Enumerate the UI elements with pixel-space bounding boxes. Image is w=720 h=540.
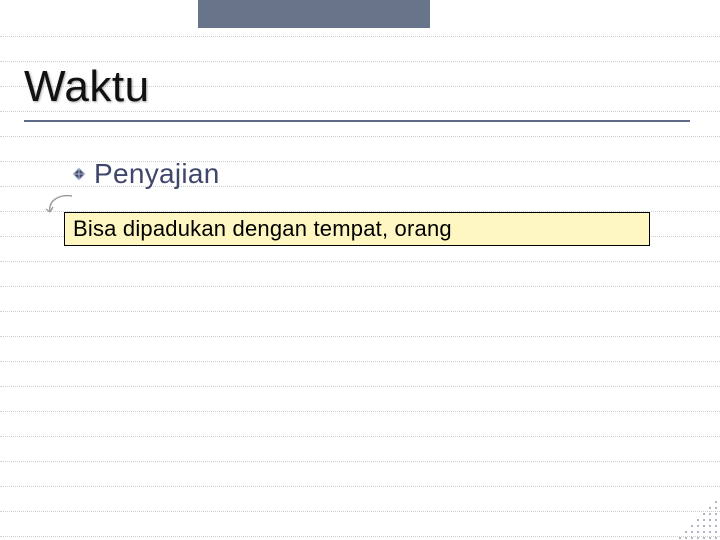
- grid-line: [0, 136, 720, 137]
- diamond-bullet-icon: [72, 167, 86, 181]
- grid-line: [0, 536, 720, 537]
- note-text: Bisa dipadukan dengan tempat, orang: [73, 216, 452, 242]
- slide-title: Waktu: [24, 62, 690, 112]
- grid-line: [0, 311, 720, 312]
- corner-accent-icon: [676, 496, 720, 540]
- grid-line: [0, 436, 720, 437]
- grid-line: [0, 411, 720, 412]
- grid-line: [0, 486, 720, 487]
- grid-line: [0, 511, 720, 512]
- header-accent-box: [198, 0, 430, 28]
- grid-line: [0, 286, 720, 287]
- bullet-label: Penyajian: [94, 158, 220, 190]
- title-underline: [24, 120, 690, 122]
- grid-line: [0, 261, 720, 262]
- grid-line: [0, 386, 720, 387]
- grid-line: [0, 361, 720, 362]
- grid-line: [0, 336, 720, 337]
- title-block: Waktu: [24, 62, 690, 122]
- grid-line: [0, 36, 720, 37]
- grid-line: [0, 461, 720, 462]
- bullet-item: Penyajian: [72, 158, 220, 190]
- note-box: Bisa dipadukan dengan tempat, orang: [64, 212, 650, 246]
